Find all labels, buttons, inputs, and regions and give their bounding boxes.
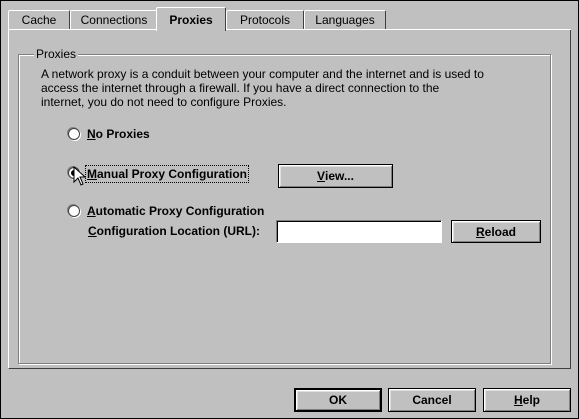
label-text: o Proxies (95, 127, 150, 141)
automatic-proxy-radio[interactable] (68, 205, 80, 217)
button-text: elp (522, 393, 540, 407)
no-proxies-radio[interactable] (68, 128, 80, 140)
group-title: Proxies (34, 47, 79, 61)
config-location-input[interactable] (276, 220, 442, 243)
reload-button[interactable]: Reload (451, 220, 541, 243)
label-text: utomatic Proxy Configuration (95, 204, 265, 218)
tab-connections[interactable]: Connections (70, 10, 158, 29)
tab-proxies[interactable]: Proxies (156, 7, 226, 31)
tab-protocols[interactable]: Protocols (226, 10, 304, 29)
tab-strip-line (8, 29, 571, 30)
mnemonic: V (317, 169, 326, 183)
manual-proxy-label[interactable]: Manual Proxy Configuration (84, 165, 250, 183)
tab-languages[interactable]: Languages (304, 10, 386, 29)
config-location-label: Configuration Location (URL): (88, 224, 260, 238)
automatic-proxy-label[interactable]: Automatic Proxy Configuration (87, 204, 264, 218)
ok-button[interactable]: OK (294, 388, 382, 412)
view-button[interactable]: View... (278, 164, 393, 188)
button-text: iew... (325, 169, 354, 183)
help-button[interactable]: Help (483, 388, 571, 412)
label-text: onfiguration Location (URL): (96, 224, 260, 238)
arrow-pointer-icon (73, 166, 87, 186)
description-line: A network proxy is a conduit between you… (41, 67, 484, 81)
description-line: access the internet through a firewall. … (41, 81, 440, 95)
description-line: internet, you do not need to configure P… (41, 95, 287, 109)
mnemonic: C (88, 224, 97, 238)
button-text: eload (484, 224, 516, 239)
label-text: anual Proxy Configuration (97, 167, 248, 181)
tab-cache[interactable]: Cache (8, 10, 70, 29)
description-text: A network proxy is a conduit between you… (41, 67, 541, 109)
mnemonic: H (513, 393, 523, 407)
cancel-button[interactable]: Cancel (388, 388, 476, 412)
mnemonic: A (87, 204, 96, 218)
mnemonic: N (87, 127, 96, 141)
no-proxies-label[interactable]: No Proxies (87, 127, 150, 141)
mnemonic: M (87, 167, 97, 181)
mnemonic: R (475, 224, 485, 239)
